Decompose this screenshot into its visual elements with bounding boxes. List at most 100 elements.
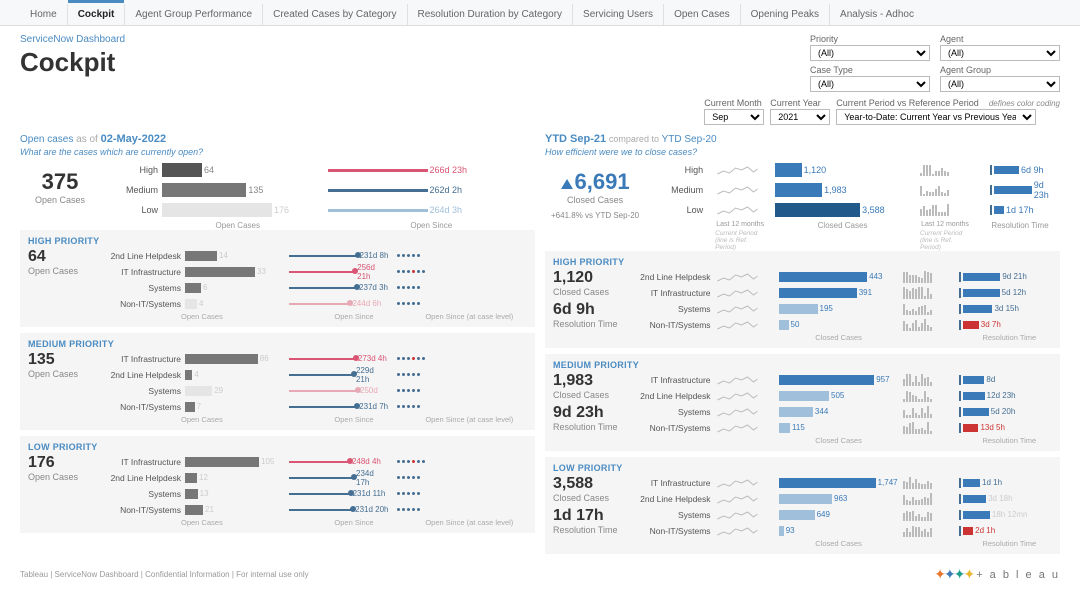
open-since-line[interactable] [289,477,354,479]
resolution-time-minibar[interactable] [963,479,980,487]
closed-cases-minibar[interactable] [779,304,818,314]
closed-cases-minibar[interactable] [779,494,833,504]
closed-cases-minibar[interactable] [779,320,789,330]
case-level-dots[interactable] [397,270,425,273]
resolution-time-minibar[interactable] [963,321,979,329]
open-cases-bar[interactable] [162,163,202,177]
case-level-dots[interactable] [397,476,420,479]
open-since-bar[interactable] [328,189,428,192]
resolution-time-minibar[interactable] [963,376,985,384]
resolution-time-minibar[interactable] [963,305,993,313]
resolution-time-minibar[interactable] [963,424,979,432]
case-level-dots[interactable] [397,508,420,511]
sparkline[interactable] [715,509,760,521]
sparkline[interactable] [715,164,760,176]
tab-servicing-users[interactable]: Servicing Users [573,4,664,25]
closed-cases-minibar[interactable] [779,375,875,385]
sparkline[interactable] [715,422,760,434]
open-since-line[interactable] [289,287,357,289]
resolution-time-minibar[interactable] [963,511,990,519]
open-cases-minibar[interactable] [185,473,197,483]
case-level-dots[interactable] [397,357,425,360]
open-cases-minibar[interactable] [185,283,201,293]
tab-analysis-adhoc[interactable]: Analysis - Adhoc [830,4,924,25]
open-since-line[interactable] [289,303,350,305]
tab-opening-peaks[interactable]: Opening Peaks [741,4,830,25]
breadcrumb[interactable]: ServiceNow Dashboard [20,34,810,45]
open-since-line[interactable] [289,461,350,463]
open-cases-minibar[interactable] [185,489,198,499]
resolution-time-bar[interactable] [980,205,992,215]
period-ref-select[interactable]: Year-to-Date: Current Year vs Previous Y… [836,109,1036,125]
open-cases-minibar[interactable] [185,402,195,412]
case-level-dots[interactable] [397,286,420,289]
open-since-line[interactable] [289,255,358,257]
open-since-line[interactable] [289,374,354,376]
open-since-line[interactable] [289,509,353,511]
resolution-time-minibar[interactable] [963,495,987,503]
resolution-time-bar[interactable] [980,165,992,175]
mini-histogram[interactable] [903,303,932,315]
open-cases-minibar[interactable] [185,251,217,261]
open-since-bar[interactable] [328,169,428,172]
closed-cases-minibar[interactable] [779,423,791,433]
open-cases-minibar[interactable] [185,299,197,309]
closed-cases-minibar[interactable] [779,526,784,536]
mini-histogram[interactable] [903,390,932,402]
mini-histogram[interactable] [920,164,949,176]
open-cases-minibar[interactable] [185,386,212,396]
open-cases-minibar[interactable] [185,267,255,277]
case-level-dots[interactable] [397,373,420,376]
sparkline[interactable] [715,287,760,299]
mini-histogram[interactable] [903,406,932,418]
sparkline[interactable] [715,319,760,331]
open-cases-minibar[interactable] [185,370,192,380]
sparkline[interactable] [715,184,760,196]
resolution-time-minibar[interactable] [963,273,1001,281]
period-year-select[interactable]: 2021 [770,109,830,125]
open-since-line[interactable] [289,406,357,408]
sparkline[interactable] [715,493,760,505]
tab-home[interactable]: Home [20,4,68,25]
case-level-dots[interactable] [397,405,420,408]
closed-cases-minibar[interactable] [779,478,876,488]
open-since-bar[interactable] [328,209,428,212]
closed-cases-minibar[interactable] [779,288,857,298]
sparkline[interactable] [715,390,760,402]
filter-group-select[interactable]: (All) [940,76,1060,92]
sparkline[interactable] [715,525,760,537]
tab-agent-group-performance[interactable]: Agent Group Performance [125,4,263,25]
tab-resolution-duration-by-category[interactable]: Resolution Duration by Category [408,4,574,25]
closed-cases-minibar[interactable] [779,391,830,401]
tab-open-cases[interactable]: Open Cases [664,4,741,25]
mini-histogram[interactable] [903,271,932,283]
filter-agent-select[interactable]: (All) [940,45,1060,61]
resolution-time-minibar[interactable] [963,527,974,535]
mini-histogram[interactable] [903,509,932,521]
mini-histogram[interactable] [903,287,932,299]
open-since-line[interactable] [289,271,355,273]
case-level-dots[interactable] [397,389,420,392]
sparkline[interactable] [715,374,760,386]
filter-priority-select[interactable]: (All) [810,45,930,61]
filter-casetype-select[interactable]: (All) [810,76,930,92]
closed-cases-minibar[interactable] [779,510,815,520]
case-level-dots[interactable] [397,492,420,495]
case-level-dots[interactable] [397,302,420,305]
open-since-line[interactable] [289,390,358,392]
tab-cockpit[interactable]: Cockpit [68,4,126,25]
open-since-line[interactable] [289,493,351,495]
sparkline[interactable] [715,406,760,418]
closed-cases-minibar[interactable] [779,407,813,417]
resolution-time-minibar[interactable] [963,392,985,400]
mini-histogram[interactable] [903,319,932,331]
mini-histogram[interactable] [903,525,932,537]
case-level-dots[interactable] [397,460,425,463]
closed-cases-bar[interactable] [775,183,822,197]
sparkline[interactable] [715,271,760,283]
open-since-line[interactable] [289,358,356,360]
resolution-time-minibar[interactable] [963,408,989,416]
mini-histogram[interactable] [903,493,932,505]
mini-histogram[interactable] [920,184,949,196]
open-cases-minibar[interactable] [185,457,259,467]
